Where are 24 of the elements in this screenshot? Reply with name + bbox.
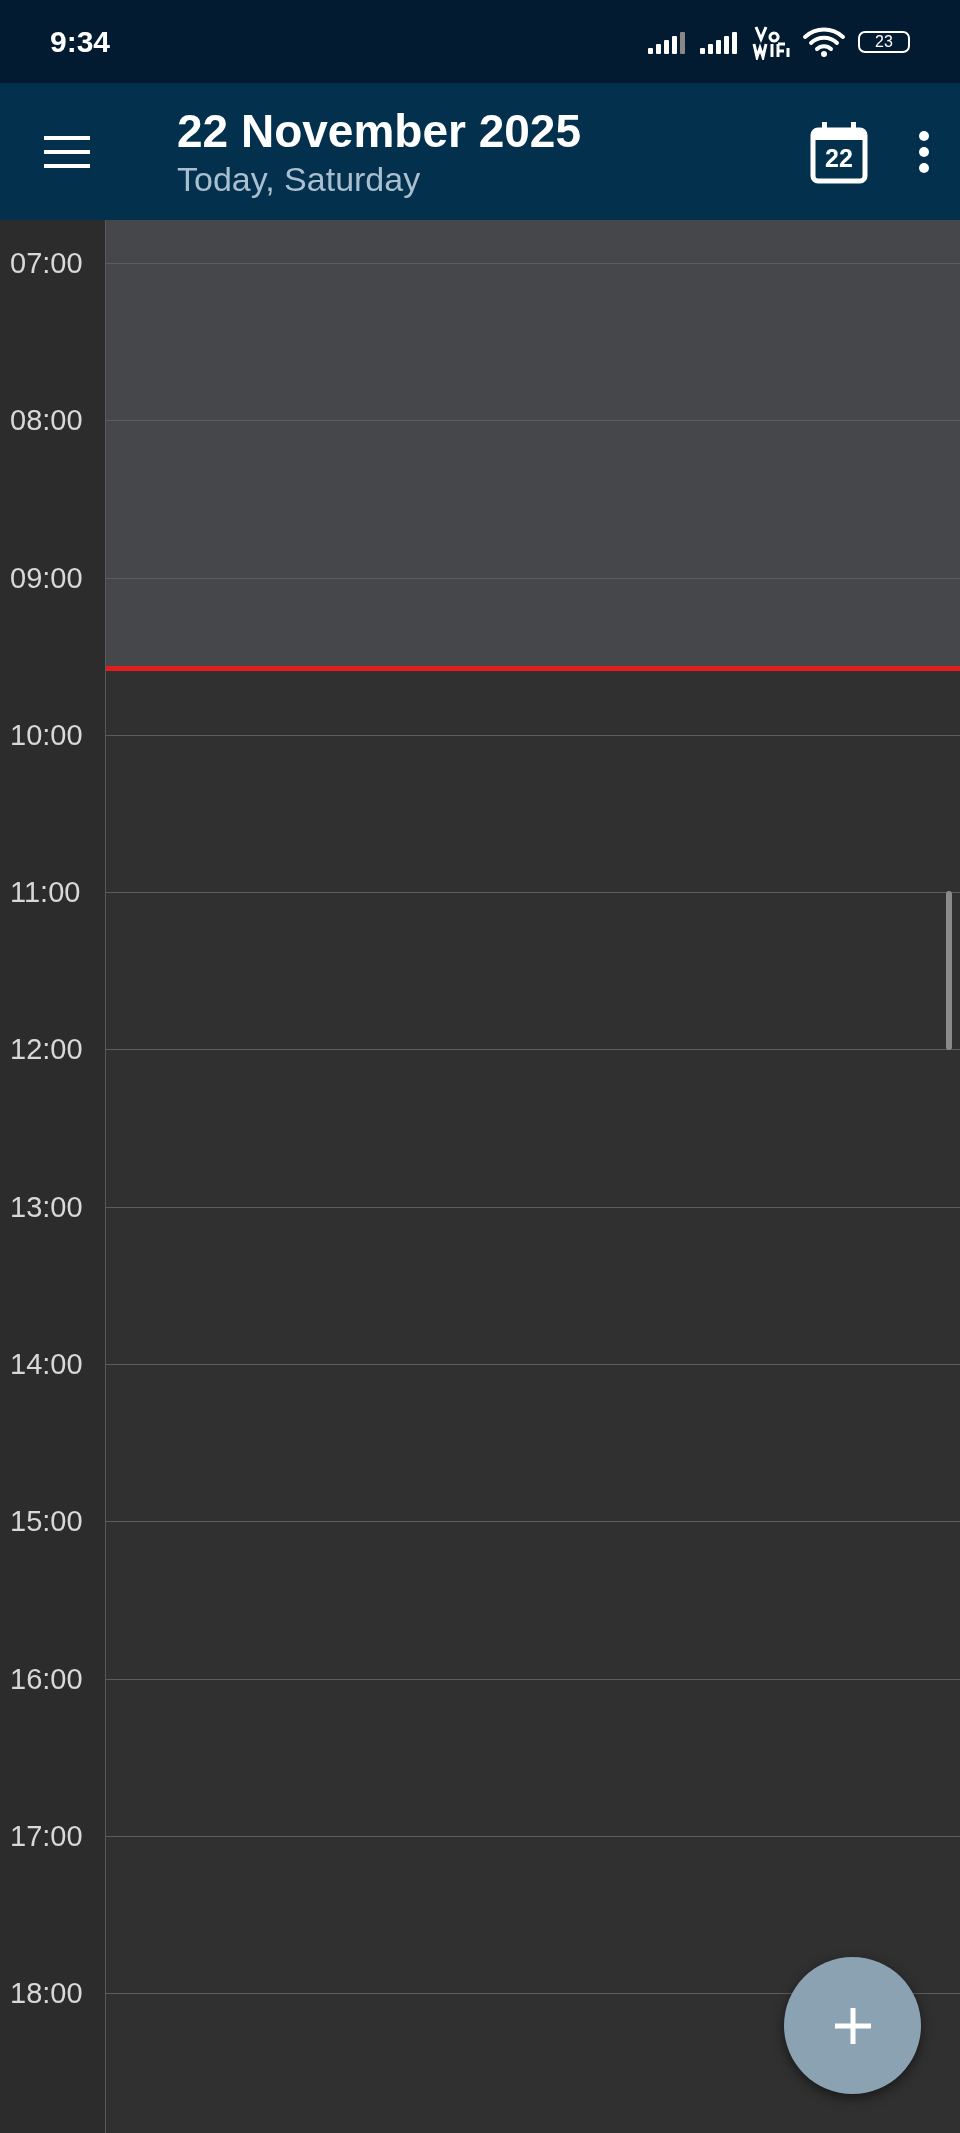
signal-icon	[648, 29, 688, 54]
more-icon	[918, 129, 930, 174]
date-subtitle: Today, Saturday	[177, 160, 422, 199]
hour-label: 15:00	[9, 1504, 84, 1540]
hour-label: 17:00	[9, 1818, 84, 1854]
hour-label: 18:00	[9, 1976, 84, 2012]
signal-icon	[700, 29, 740, 54]
hour-label: 09:00	[9, 560, 84, 596]
hour-label: 13:00	[9, 1189, 84, 1225]
hour-label: 11:00	[9, 875, 82, 911]
battery-level: 23	[875, 32, 893, 51]
hour-label: 08:00	[9, 403, 84, 439]
more-button[interactable]	[918, 129, 930, 174]
hour-label: 16:00	[9, 1661, 84, 1697]
hour-label: 07:00	[9, 246, 84, 281]
status-time: 9:34	[50, 24, 111, 59]
hour-label: 14:00	[9, 1347, 84, 1383]
menu-icon	[44, 134, 90, 169]
wifi-icon	[802, 25, 846, 58]
plus-icon	[832, 2005, 873, 2046]
date-title: 22 November 2025	[177, 104, 583, 158]
hour-label: 10:00	[9, 717, 84, 753]
hour-label: 12:00	[9, 1032, 84, 1068]
menu-button[interactable]	[44, 134, 90, 169]
